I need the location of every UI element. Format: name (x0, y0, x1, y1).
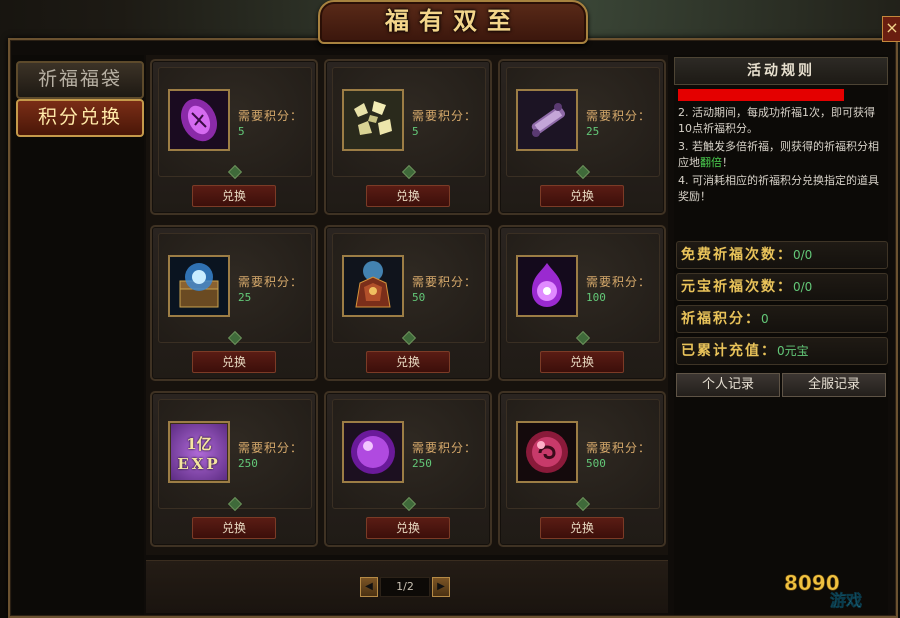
exchange-button[interactable]: 兑换 (192, 517, 276, 539)
points-required-label: 需要积分： (586, 109, 652, 123)
exchange-button[interactable]: 兑换 (366, 351, 450, 373)
exchange-slot: 需要积分： 5 兑换 (324, 59, 492, 215)
rules-title: 活动规则 (674, 57, 888, 85)
dialog-title: 福有双至 (385, 6, 521, 35)
exchange-slot: 需要积分： 100 兑换 (498, 225, 666, 381)
blessing-points-value: 0 (761, 312, 769, 326)
rule-line-3-end: ！ (722, 156, 733, 169)
exchange-button[interactable]: 兑换 (366, 185, 450, 207)
rule-line-3-highlight: 翻倍 (700, 156, 722, 169)
tab-blessing-bag[interactable]: 祈福福袋 (16, 61, 144, 99)
points-required-value: 250 (412, 457, 432, 470)
pagination-bar: ◀ 1/2 ▶ (146, 560, 668, 613)
sidebar: 祈福福袋 积分兑换 (12, 55, 144, 615)
gold-ore-fragments-icon[interactable] (342, 89, 404, 151)
rules-panel: 活动规则 2. 活动期间，每成功祈福1次，即可获得10点祈福积分。 3. 若触发… (674, 55, 888, 615)
points-required-value: 250 (238, 457, 258, 470)
blessing-points: 祈福积分：0 (676, 305, 888, 333)
exchange-button[interactable]: 兑换 (540, 185, 624, 207)
exchange-button[interactable]: 兑换 (192, 185, 276, 207)
points-required-label: 需要积分： (412, 275, 478, 289)
free-blessing-count: 免费祈福次数：0/0 (676, 241, 888, 269)
exchange-slot: 1亿 EXP 需要积分： 250 兑换 (150, 391, 318, 547)
red-swirl-orb-icon[interactable] (516, 421, 578, 483)
exchange-button[interactable]: 兑换 (540, 517, 624, 539)
points-required-label: 需要积分： (412, 109, 478, 123)
page-indicator: 1/2 (380, 577, 430, 597)
points-required-value: 25 (586, 125, 600, 138)
exchange-slot: 需要积分： 500 兑换 (498, 391, 666, 547)
rule-line-4: 4. 可消耗相应的祈福积分兑换指定的道具奖励！ (678, 174, 879, 203)
prev-page-button[interactable]: ◀ (360, 577, 378, 597)
rules-highlight-bar (678, 89, 844, 101)
dialog-title-plate: 福有双至 (318, 0, 588, 44)
total-recharge: 已累计充值：0元宝 (676, 337, 888, 365)
points-required-label: 需要积分： (238, 275, 304, 289)
svg-text:游戏: 游戏 (830, 591, 862, 610)
demon-armor-icon[interactable] (342, 255, 404, 317)
close-button[interactable]: × (882, 16, 900, 42)
points-required-label: 需要积分： (412, 441, 478, 455)
purple-fire-orb-icon[interactable] (516, 255, 578, 317)
yuanbao-blessing-count-label: 元宝祈福次数：0/0 (681, 279, 813, 295)
personal-records-button[interactable]: 个人记录 (676, 373, 780, 397)
rule-line-2: 2. 活动期间，每成功祈福1次，即可获得10点祈福积分。 (678, 106, 875, 135)
points-required-label: 需要积分： (586, 275, 652, 289)
rule-line-3: 3. 若触发多倍祈福，则获得的祈福积分相应地翻倍！ (678, 139, 886, 171)
total-recharge-label: 已累计充值：0元宝 (681, 343, 809, 359)
blue-glowing-chest-icon[interactable] (168, 255, 230, 317)
yuanbao-blessing-count-value: 0/0 (793, 280, 813, 294)
points-required-value: 100 (586, 291, 606, 304)
exchange-grid: 需要积分： 5 兑换 需要积分： 5 兑换 需要积分： 25 兑换 需要积分： … (146, 55, 668, 555)
blessing-points-label: 祈福积分：0 (681, 311, 769, 327)
points-required-value: 5 (412, 125, 419, 138)
exchange-slot: 需要积分： 25 兑换 (498, 59, 666, 215)
points-required-label: 需要积分： (238, 109, 304, 123)
tab-points-exchange[interactable]: 积分兑换 (16, 99, 144, 137)
free-blessing-count-label: 免费祈福次数：0/0 (681, 247, 813, 263)
points-required-value: 25 (238, 291, 252, 304)
server-records-button[interactable]: 全服记录 (782, 373, 886, 397)
points-required-value: 50 (412, 291, 426, 304)
total-recharge-value: 0元宝 (777, 344, 809, 358)
yuanbao-blessing-count: 元宝祈福次数：0/0 (676, 273, 888, 301)
exp-card-icon[interactable]: 1亿 EXP (168, 421, 230, 483)
purple-rune-tablet-icon[interactable] (168, 89, 230, 151)
exchange-slot: 需要积分： 25 兑换 (150, 225, 318, 381)
exchange-button[interactable]: 兑换 (192, 351, 276, 373)
points-required-label: 需要积分： (586, 441, 652, 455)
exchange-button[interactable]: 兑换 (540, 351, 624, 373)
purple-sphere-icon[interactable] (342, 421, 404, 483)
exchange-slot: 需要积分： 50 兑换 (324, 225, 492, 381)
pagination: ◀ 1/2 ▶ (360, 577, 450, 597)
free-blessing-count-value: 0/0 (793, 248, 813, 262)
exp-card-amount: 1亿 (186, 435, 212, 453)
exp-card-label: EXP (177, 455, 221, 473)
points-required-label: 需要积分： (238, 441, 304, 455)
points-required-value: 5 (238, 125, 245, 138)
next-page-button[interactable]: ▶ (432, 577, 450, 597)
exchange-slot: 需要积分： 5 兑换 (150, 59, 318, 215)
site-watermark-logo: 8090 游戏 (780, 568, 890, 614)
purple-scroll-icon[interactable] (516, 89, 578, 151)
points-required-value: 500 (586, 457, 606, 470)
exchange-button[interactable]: 兑换 (366, 517, 450, 539)
exchange-slot: 需要积分： 250 兑换 (324, 391, 492, 547)
